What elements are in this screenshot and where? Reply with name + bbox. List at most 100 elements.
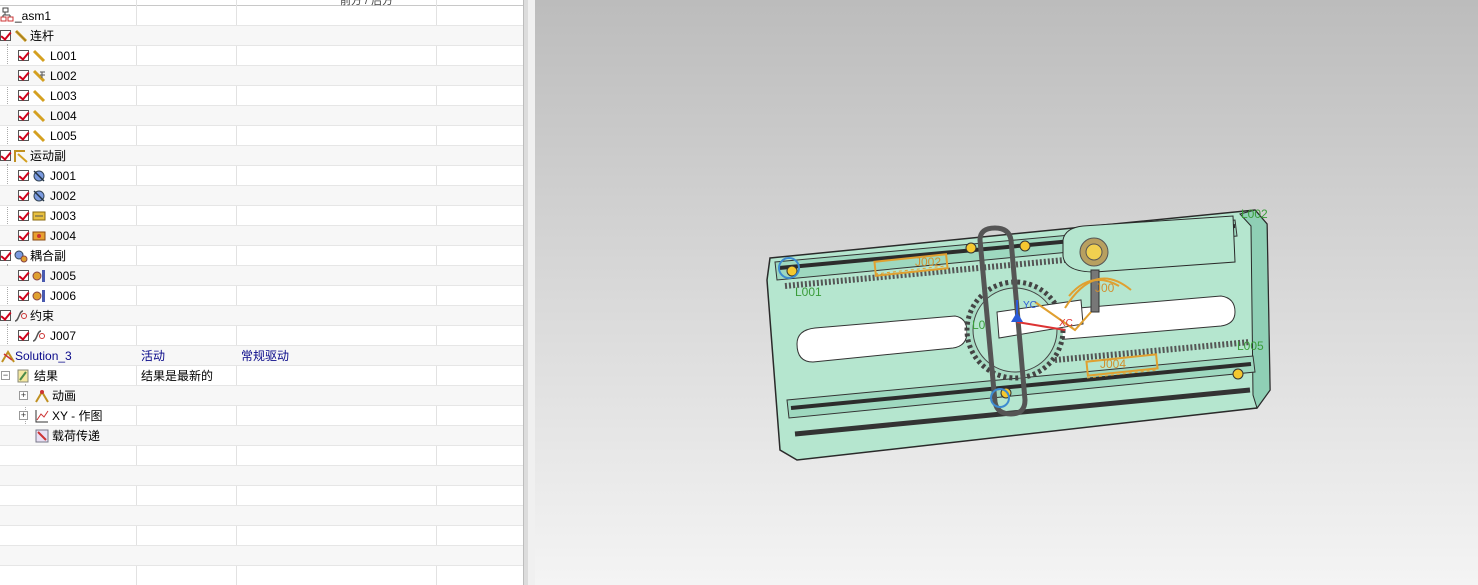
joint-marker: [1019, 240, 1031, 252]
expand-icon[interactable]: +: [19, 411, 28, 420]
constraint-icon: [31, 328, 47, 344]
tree-label: L001: [50, 49, 77, 63]
tree-row-load-transfer[interactable]: 载荷传递: [0, 426, 523, 446]
tree-label: J006: [50, 289, 77, 303]
tree-row-joints[interactable]: 运动副: [0, 146, 523, 166]
visibility-checkbox[interactable]: [18, 230, 29, 241]
visibility-checkbox[interactable]: [0, 150, 11, 161]
tree-row-j007[interactable]: J007: [0, 326, 523, 346]
tree-row-constraints[interactable]: 约束: [0, 306, 523, 326]
animation-icon: [34, 388, 50, 404]
xy-graph-icon: [34, 408, 50, 424]
tree-row-j006[interactable]: J006: [0, 286, 523, 306]
empty-row: [0, 566, 523, 585]
tree-row-results[interactable]: − 结果 结果是最新的: [0, 366, 523, 386]
tree-label: 耦合副: [30, 249, 67, 263]
tree-label: 载荷传递: [52, 429, 101, 443]
rack-pinion-icon: [31, 288, 47, 304]
ground-link-icon: [31, 68, 47, 84]
tree-row-l003[interactable]: L003: [0, 86, 523, 106]
joint-marker: [1232, 368, 1244, 380]
tree-label: J005: [50, 269, 77, 283]
tree-row-j005[interactable]: J005: [0, 266, 523, 286]
tree-row-links[interactable]: 连杆: [0, 26, 523, 46]
tree-row-l002[interactable]: L002: [0, 66, 523, 86]
tree-label: 运动副: [30, 149, 67, 163]
empty-row: [0, 466, 523, 486]
tree-row-xy-graph[interactable]: + XY - 作图: [0, 406, 523, 426]
visibility-checkbox[interactable]: [18, 290, 29, 301]
tree-row-j001[interactable]: J001: [0, 166, 523, 186]
expand-icon[interactable]: +: [19, 391, 28, 400]
visibility-checkbox[interactable]: [18, 330, 29, 341]
tree-row-j003[interactable]: J003: [0, 206, 523, 226]
tree-row-asm1[interactable]: _asm1: [0, 6, 523, 26]
label-xc: XC: [1059, 318, 1073, 329]
tree-label: J003: [50, 209, 77, 223]
splitter-grip[interactable]: [524, 0, 528, 585]
tree-label: Solution_3: [15, 349, 72, 363]
tree-row-j002[interactable]: J002: [0, 186, 523, 206]
rack-pinion-icon: [31, 268, 47, 284]
empty-row: [0, 526, 523, 546]
solution-type: 常规驱动: [241, 349, 290, 363]
tree-row-l005[interactable]: L005: [0, 126, 523, 146]
label-j002[interactable]: J002: [915, 255, 941, 269]
label-j004[interactable]: J004: [1100, 357, 1126, 371]
tree-row-l004[interactable]: L004: [0, 106, 523, 126]
motion-navigator: 前方 / 后方 _asm1 连杆 L001 L002 L003 L004 L00…: [0, 0, 523, 585]
tree-label: 动画: [52, 389, 77, 403]
tree-row-l001[interactable]: L001: [0, 46, 523, 66]
load-transfer-icon: [34, 428, 50, 444]
label-j00x[interactable]: J00: [1095, 281, 1115, 295]
revolute-joint-icon: [31, 188, 47, 204]
collapse-icon[interactable]: −: [1, 371, 10, 380]
constraint-icon: [13, 308, 29, 324]
label-l002[interactable]: L002: [1241, 207, 1268, 221]
visibility-checkbox[interactable]: [18, 130, 29, 141]
tree-label: XY - 作图: [52, 409, 103, 423]
visibility-checkbox[interactable]: [18, 210, 29, 221]
tree-label: L004: [50, 109, 77, 123]
tree-row-animation[interactable]: + 动画: [0, 386, 523, 406]
visibility-checkbox[interactable]: [18, 50, 29, 61]
tree-label: J001: [50, 169, 77, 183]
link-icon: [31, 48, 47, 64]
tree-label: L003: [50, 89, 77, 103]
label-l001[interactable]: L001: [795, 285, 822, 299]
visibility-checkbox[interactable]: [18, 170, 29, 181]
mechanism-model[interactable]: L001 L002 L005 L0 J002 J004 J00 YC XC: [535, 0, 1478, 585]
label-yc: YC: [1023, 300, 1037, 311]
link-icon: [31, 88, 47, 104]
revolute-joint-icon: [31, 168, 47, 184]
visibility-checkbox[interactable]: [18, 190, 29, 201]
visibility-checkbox[interactable]: [0, 310, 11, 321]
graphics-viewport[interactable]: L001 L002 L005 L0 J002 J004 J00 YC XC: [535, 0, 1478, 585]
cylindrical-joint-icon: [31, 228, 47, 244]
joint-folder-icon: [13, 148, 29, 164]
coupler-folder-icon: [13, 248, 29, 264]
tree-row-couplers[interactable]: 耦合副: [0, 246, 523, 266]
tree-row-solution[interactable]: Solution_3 活动 常规驱动: [0, 346, 523, 366]
solution-icon: [0, 348, 16, 364]
link-icon: [31, 128, 47, 144]
visibility-checkbox[interactable]: [18, 110, 29, 121]
pin-bearing: [1085, 243, 1103, 261]
visibility-checkbox[interactable]: [0, 30, 11, 41]
solution-status: 活动: [141, 349, 166, 363]
visibility-checkbox[interactable]: [0, 250, 11, 261]
tree-label: 约束: [30, 309, 55, 323]
tree-label: 结果: [34, 369, 59, 383]
tree-row-j004[interactable]: J004: [0, 226, 523, 246]
visibility-checkbox[interactable]: [18, 90, 29, 101]
joint-marker: [965, 242, 977, 254]
visibility-checkbox[interactable]: [18, 70, 29, 81]
visibility-checkbox[interactable]: [18, 270, 29, 281]
label-l005[interactable]: L005: [1237, 339, 1264, 353]
tree-label: L002: [50, 69, 77, 83]
tree-label: J004: [50, 229, 77, 243]
tree-label: J002: [50, 189, 77, 203]
label-l00x[interactable]: L0: [972, 318, 986, 332]
slider-joint-icon: [31, 208, 47, 224]
empty-row: [0, 546, 523, 566]
